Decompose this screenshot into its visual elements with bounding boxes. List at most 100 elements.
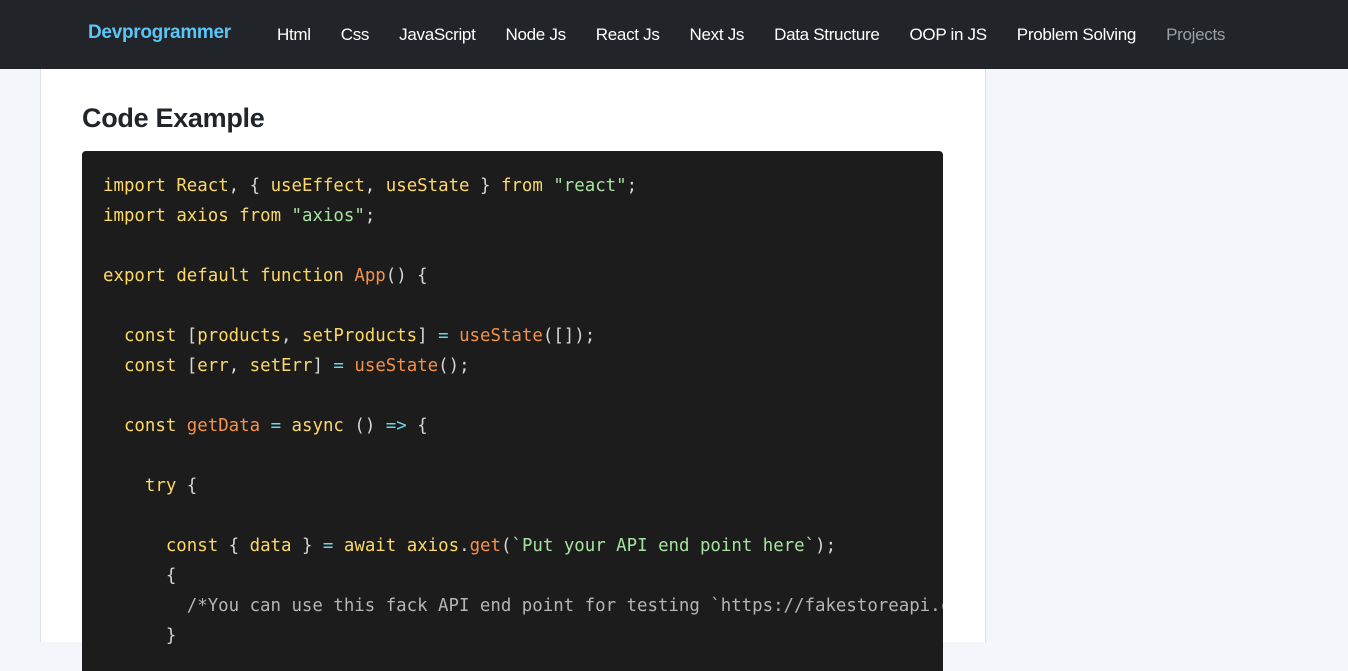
code-token: , xyxy=(228,356,250,376)
code-token: () xyxy=(343,416,386,436)
code-token: const xyxy=(123,356,177,376)
code-token: products xyxy=(197,326,282,346)
top-navbar: Devprogrammer Html Css JavaScript Node J… xyxy=(0,0,1348,69)
code-token: = xyxy=(270,416,282,436)
code-token: try xyxy=(144,476,177,496)
code-token: export xyxy=(103,266,166,286)
nav-link-data-structure[interactable]: Data Structure xyxy=(759,22,894,48)
code-token: err xyxy=(197,356,229,376)
code-line: const getData = async () => { xyxy=(103,411,943,441)
nav-link-oop-in-js[interactable]: OOP in JS xyxy=(895,22,1002,48)
code-token: const xyxy=(123,416,177,436)
nav-link-node-js[interactable]: Node Js xyxy=(491,22,581,48)
code-token: get xyxy=(469,536,501,556)
code-line: try { xyxy=(103,471,943,501)
code-token: = xyxy=(322,536,334,556)
code-token: (); xyxy=(438,356,470,376)
code-token: useState xyxy=(459,326,543,346)
code-block[interactable]: import React, { useEffect, useState } fr… xyxy=(82,151,943,671)
article-content: Code Example import React, { useEffect, … xyxy=(40,69,986,671)
code-token: "axios" xyxy=(291,206,365,226)
nav-link-problem-solving[interactable]: Problem Solving xyxy=(1002,22,1151,48)
code-token: { xyxy=(176,476,198,496)
code-token: ([]); xyxy=(542,326,596,346)
nav-link-javascript[interactable]: JavaScript xyxy=(384,22,490,48)
code-line: import axios from "axios"; xyxy=(103,201,943,231)
brand-logo-link[interactable]: Devprogrammer xyxy=(88,22,231,44)
code-token: `Put your API end point here` xyxy=(511,536,816,556)
nav-link-html[interactable]: Html xyxy=(262,22,326,48)
code-token: const xyxy=(165,536,219,556)
code-token: [ xyxy=(176,356,198,376)
code-token: setProducts xyxy=(301,326,418,346)
code-token: = xyxy=(333,356,344,376)
code-token: getData xyxy=(186,416,261,436)
code-token: { xyxy=(165,566,177,586)
code-token: data xyxy=(249,536,292,556)
section-title: Code Example xyxy=(82,103,265,133)
code-token: axios xyxy=(176,206,229,226)
code-token: } xyxy=(291,536,323,556)
nav-link-css[interactable]: Css xyxy=(326,22,384,48)
code-token: ; xyxy=(626,176,638,196)
nav-menu: Html Css JavaScript Node Js React Js Nex… xyxy=(262,22,1260,48)
code-token: , xyxy=(281,326,302,346)
code-token: const xyxy=(123,326,177,346)
nav-link-projects[interactable]: Projects xyxy=(1151,22,1240,48)
nav-link-next-js[interactable]: Next Js xyxy=(675,22,760,48)
code-token: from xyxy=(239,206,282,226)
code-token: "react" xyxy=(553,176,627,196)
code-token: , { xyxy=(228,176,271,196)
code-token: function xyxy=(260,266,344,286)
code-token: React xyxy=(176,176,229,196)
code-token: } xyxy=(165,626,177,646)
code-line: export default function App() { xyxy=(103,261,943,291)
code-token: ( xyxy=(501,536,512,556)
code-token: await xyxy=(343,536,397,556)
code-token: () { xyxy=(385,266,428,286)
code-token: useEffect xyxy=(270,176,365,196)
code-token: . xyxy=(459,536,470,556)
code-token: = xyxy=(438,326,449,346)
code-token: /*You can use this fack API end point fo… xyxy=(186,596,943,616)
code-token: ] xyxy=(417,326,439,346)
code-line: { xyxy=(103,561,943,591)
code-token: => xyxy=(385,416,407,436)
code-token: ); xyxy=(815,536,837,556)
code-line: const [err, setErr] = useState(); xyxy=(103,351,943,381)
code-token: , xyxy=(364,176,386,196)
code-token: { xyxy=(406,416,428,436)
code-token: { xyxy=(218,536,250,556)
nav-link-react-js[interactable]: React Js xyxy=(581,22,675,48)
code-line: const { data } = await axios.get(`Put yo… xyxy=(103,531,943,561)
code-text: import React, { useEffect, useState } fr… xyxy=(103,171,943,651)
code-token: ; xyxy=(364,206,376,226)
code-token: ] xyxy=(312,356,334,376)
code-token: default xyxy=(176,266,250,286)
code-token: useState xyxy=(354,356,439,376)
code-token: import xyxy=(103,206,166,226)
code-token: useState xyxy=(385,176,470,196)
